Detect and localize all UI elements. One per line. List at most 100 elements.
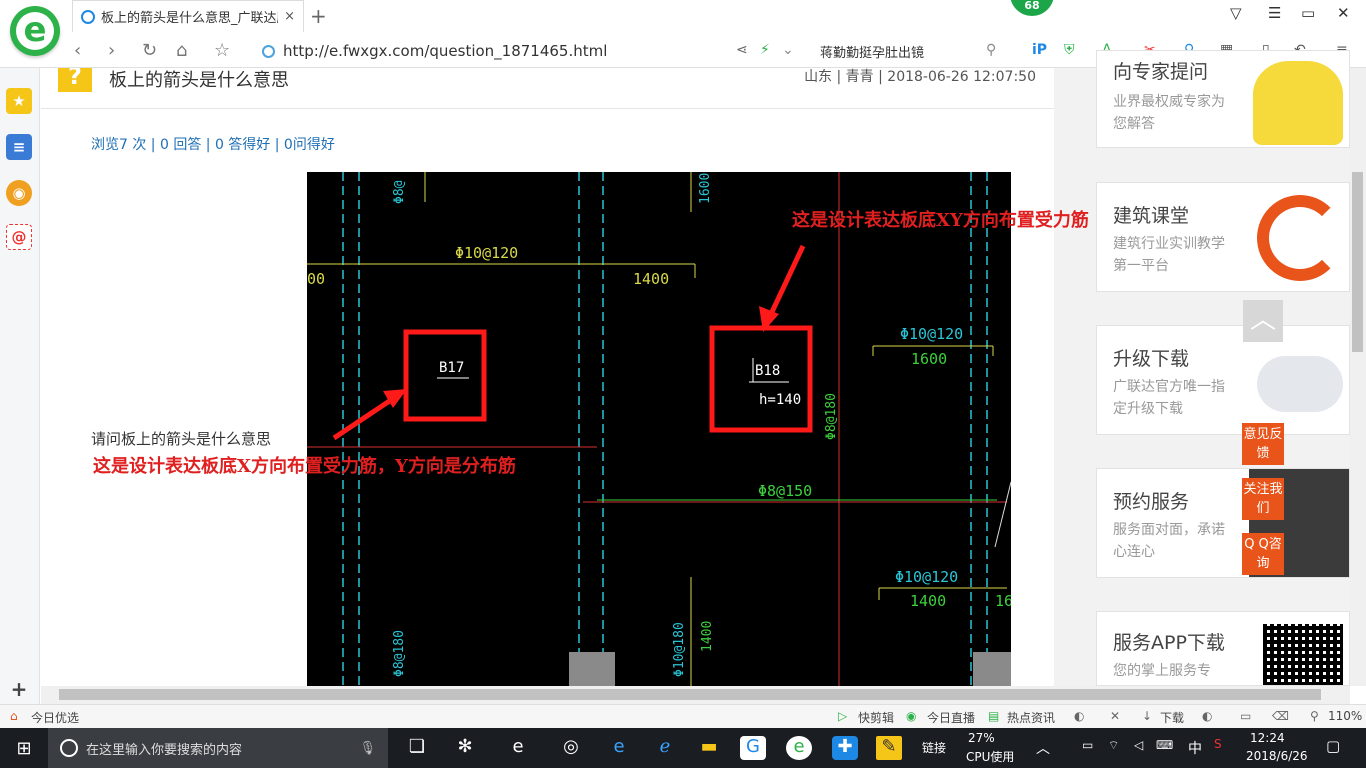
sogou-icon[interactable]: S — [1214, 737, 1222, 751]
windows-start-icon[interactable]: ⊞ — [0, 728, 48, 768]
add-sidebar-icon[interactable]: + — [6, 676, 32, 702]
kuaijianji-icon[interactable]: ▷ — [838, 709, 847, 723]
ip-icon[interactable]: iP — [1032, 42, 1047, 58]
gift-icon[interactable]: ⌂ — [10, 709, 18, 723]
window-icon[interactable]: ▭ — [1240, 709, 1251, 723]
cad-label-phi10-180-v: Φ10@180 — [672, 622, 687, 677]
tab-active[interactable]: 板上的箭头是什么意思_广联达服 × — [72, 0, 304, 32]
favorites-star-icon[interactable]: ★ — [6, 88, 32, 114]
cortana-icon[interactable] — [60, 739, 78, 757]
card-appointment[interactable]: 预约服务 服务面对面，承诺心连心 — [1096, 468, 1350, 578]
download-icon[interactable]: ↓ — [1142, 709, 1152, 723]
cad-label-1600: 1600 — [911, 350, 947, 368]
card-title: 向专家提问 — [1113, 61, 1209, 83]
edge-icon[interactable]: e — [606, 736, 632, 760]
refresh-icon[interactable]: ↻ — [142, 40, 157, 61]
feedback-button[interactable]: 意见反馈 — [1242, 423, 1284, 465]
score-badge[interactable]: 68 — [1010, 0, 1054, 16]
question-meta: 山东 | 青青 | 2018-06-26 12:07:50 — [804, 69, 1036, 85]
live-icon[interactable]: ◉ — [906, 709, 916, 723]
card-title: 建筑课堂 — [1113, 205, 1190, 227]
trash-icon[interactable]: ⌫ — [1272, 709, 1289, 723]
question-stats[interactable]: 浏览7 次 | 0 回答 | 0 答得好 | 0问得好 — [91, 134, 335, 154]
card-ask-expert[interactable]: 向专家提问 业界最权威专家为您解答 — [1096, 50, 1350, 148]
windows-taskbar: ⊞ 在这里输入你要搜索的内容 🎙 ❏ ✻ e ◎ e ℯ ▬ G e ✚ ✎ 链… — [0, 728, 1366, 768]
speed-icon[interactable]: ◐ — [1074, 709, 1084, 723]
internet-explorer-icon[interactable]: ℯ — [652, 736, 678, 760]
link-label[interactable]: 链接 — [922, 739, 946, 756]
card-building-class[interactable]: 建筑课堂 建筑行业实训教学第一平台 — [1096, 182, 1350, 292]
shirt-icon[interactable]: ▽ — [1230, 4, 1242, 22]
2345-browser-icon[interactable]: e — [786, 736, 812, 760]
lightning-icon[interactable]: ⚡ — [760, 42, 770, 58]
qq-consult-button[interactable]: Q Q咨询 — [1242, 533, 1284, 575]
email-icon[interactable]: @ — [6, 224, 32, 250]
file-explorer-icon[interactable]: ▬ — [696, 736, 722, 760]
g-app-icon[interactable]: G — [740, 736, 766, 760]
tab-close-button[interactable]: × — [284, 9, 295, 24]
cad-label-b18: B18 — [755, 363, 780, 379]
settings-menu-icon[interactable]: ☰ — [1268, 4, 1281, 22]
search-box[interactable]: 蒋勤勤挺孕肚出镜 — [810, 40, 1006, 62]
browser-logo[interactable]: e — [10, 6, 60, 56]
news-feed-icon[interactable]: ≡ — [6, 134, 32, 160]
notes-app-icon[interactable]: ✎ — [876, 736, 902, 760]
news-icon[interactable]: ▤ — [988, 709, 999, 723]
chevron-down-icon[interactable]: ⌄ — [782, 42, 794, 58]
clock-date[interactable]: 2018/6/26 — [1246, 749, 1308, 763]
task-view-icon[interactable]: ❏ — [404, 736, 430, 760]
horizontal-scrollbar[interactable] — [41, 686, 1350, 704]
restore-button[interactable]: ▭ — [1301, 4, 1315, 22]
chevron-up-icon[interactable]: ︿ — [1036, 738, 1050, 758]
sound-icon[interactable]: ◐ — [1202, 709, 1212, 723]
ime-indicator[interactable]: 中 — [1188, 738, 1202, 758]
zoom-icon[interactable]: ⚲ — [1310, 709, 1319, 723]
taskbar-search-box[interactable]: 在这里输入你要搜索的内容 🎙 — [48, 728, 388, 768]
card-subtitle: 建筑行业实训教学第一平台 — [1113, 236, 1225, 274]
card-subtitle: 您的掌上服务专 — [1113, 663, 1211, 679]
vertical-scrollbar[interactable] — [1350, 68, 1366, 686]
microphone-icon[interactable]: 🎙 — [359, 741, 376, 756]
home-icon[interactable]: ⌂ — [176, 40, 187, 61]
bookmark-star-icon[interactable]: ☆ — [214, 40, 230, 61]
clock-time[interactable]: 12:24 — [1250, 731, 1285, 745]
new-tab-button[interactable]: + — [310, 4, 327, 28]
volume-icon[interactable]: ◁ — [1134, 738, 1143, 752]
card-title: 服务APP下载 — [1113, 632, 1225, 654]
plus-app-icon[interactable]: ✚ — [832, 736, 858, 760]
follow-us-button[interactable]: 关注我们 — [1242, 478, 1284, 520]
ie-icon[interactable]: e — [505, 736, 531, 760]
search-input[interactable]: 蒋勤勤挺孕肚出镜 — [820, 42, 924, 61]
download-link[interactable]: 下载 — [1160, 709, 1184, 726]
hot-news-link[interactable]: 热点资讯 — [1007, 709, 1055, 726]
today-picks-link[interactable]: 今日优选 — [31, 709, 79, 726]
close-button[interactable]: ✕ — [1337, 4, 1350, 22]
pinwheel-icon[interactable]: ✻ — [452, 736, 478, 760]
notification-icon[interactable]: ▢ — [1326, 737, 1340, 755]
search-icon[interactable]: ⚲ — [986, 42, 996, 58]
cad-label-b17: B17 — [439, 360, 464, 376]
cad-label-phi8-150: Φ8@150 — [758, 482, 812, 500]
card-app-download[interactable]: 服务APP下载 您的掌上服务专 — [1096, 611, 1350, 686]
shield-icon[interactable]: ⛨ — [1064, 42, 1075, 58]
live-link[interactable]: 今日直播 — [927, 709, 975, 726]
kuaijianji-link[interactable]: 快剪辑 — [858, 709, 894, 726]
wifi-icon[interactable]: ⌔ — [1108, 738, 1119, 753]
share-icon[interactable]: ⋖ — [736, 42, 748, 58]
horizontal-scrollbar-thumb[interactable] — [59, 689, 1321, 700]
network-icon[interactable]: ▭ — [1082, 738, 1093, 752]
cad-label-1400-b: 1400 — [910, 592, 946, 610]
address-bar[interactable]: http://e.fwxgx.com/question_1871465.html — [262, 40, 732, 62]
card-upgrade-download[interactable]: 升级下载 广联达官方唯一指定升级下载 — [1096, 325, 1350, 435]
vertical-scrollbar-thumb[interactable] — [1352, 172, 1363, 352]
pin-icon[interactable]: ✕ — [1110, 709, 1120, 723]
keyboard-icon[interactable]: ⌨ — [1156, 738, 1173, 752]
cad-label-16: 16 — [995, 592, 1011, 610]
browser-app-icon[interactable]: ◎ — [558, 736, 584, 760]
back-icon[interactable]: ‹ — [74, 40, 81, 61]
forward-icon[interactable]: › — [108, 40, 115, 61]
weibo-icon[interactable]: ◉ — [6, 180, 32, 206]
zoom-level[interactable]: 110% — [1328, 709, 1362, 723]
back-to-top-button[interactable]: ︿ — [1243, 300, 1283, 342]
classroom-logo-icon — [1257, 195, 1343, 281]
